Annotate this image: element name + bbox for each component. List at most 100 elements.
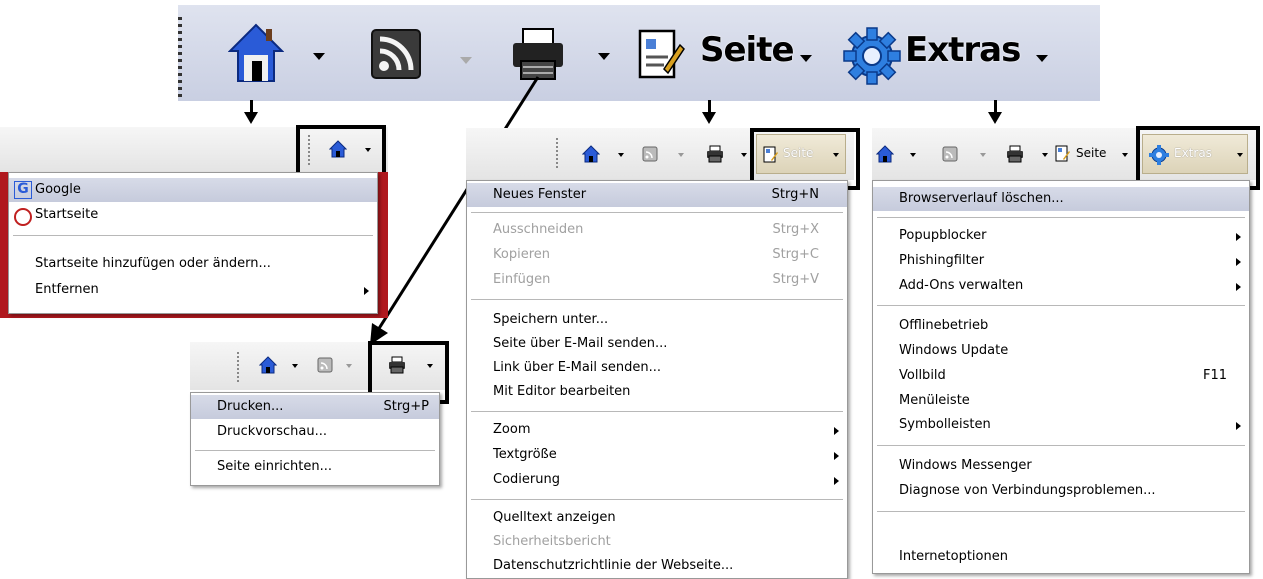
home-dropdown-arrow[interactable]: [910, 153, 916, 157]
menu-item-label: Startseite hinzufügen oder ändern...: [35, 256, 271, 271]
menu-item-menueleiste[interactable]: Menüleiste: [873, 389, 1249, 413]
menu-item-windows-messenger[interactable]: Windows Messenger: [873, 454, 1249, 478]
menu-item-neues-fenster[interactable]: Neues Fenster Strg+N: [467, 183, 847, 207]
page-icon[interactable]: [638, 29, 686, 81]
print-dropdown-arrow[interactable]: [598, 53, 610, 60]
page-dropdown-arrow[interactable]: [800, 55, 812, 62]
menu-item-datenschutz[interactable]: Datenschutzrichtlinie der Webseite...: [467, 554, 847, 578]
menu-item-link-email[interactable]: Link über E-Mail senden...: [467, 356, 847, 380]
menu-item-shortcut: Strg+C: [772, 247, 819, 262]
menu-item-google[interactable]: G Google: [9, 178, 377, 202]
menu-item-shortcut: Strg+X: [772, 222, 819, 237]
rss-dropdown-arrow[interactable]: [678, 153, 684, 157]
menu-item-diagnose[interactable]: Diagnose von Verbindungsproblemen...: [873, 479, 1249, 503]
menu-item-label: Datenschutzrichtlinie der Webseite...: [493, 558, 734, 573]
menu-item-seite-einrichten[interactable]: Seite einrichten...: [191, 455, 439, 479]
menu-item-quelltext[interactable]: Quelltext anzeigen: [467, 506, 847, 530]
rss-feed-icon[interactable]: [317, 357, 333, 373]
menu-item-offlinebetrieb[interactable]: Offlinebetrieb: [873, 314, 1249, 338]
menu-item-startseite[interactable]: Startseite: [9, 203, 377, 227]
menu-item-shortcut: Strg+P: [383, 399, 429, 414]
menu-item-label: Seite über E-Mail senden...: [493, 336, 668, 351]
menu-item-seite-email[interactable]: Seite über E-Mail senden...: [467, 332, 847, 356]
home-dropdown-arrow[interactable]: [313, 53, 325, 60]
menu-item-codierung[interactable]: Codierung: [467, 468, 847, 492]
tools-menu-label[interactable]: Extras: [905, 30, 1021, 70]
page-menu-label[interactable]: Seite: [1076, 146, 1106, 160]
menu-item-label: Entfernen: [35, 282, 99, 297]
menu-item-symbolleisten[interactable]: Symbolleisten: [873, 413, 1249, 437]
arrow-head: [988, 112, 1002, 124]
menu-item-internetoptionen[interactable]: Internetoptionen: [873, 545, 1249, 569]
submenu-arrow-icon: [1236, 283, 1241, 291]
menu-item-label: Zoom: [493, 422, 531, 437]
rss-feed-icon[interactable]: [942, 146, 958, 162]
menu-item-label: Kopieren: [493, 247, 550, 262]
command-bar-enlarged: Seite Extras: [178, 5, 1100, 101]
menu-item-label: Speichern unter...: [493, 312, 609, 327]
arrow-head: [702, 112, 716, 124]
page-menu: Neues Fenster Strg+N Ausschneiden Strg+X K…: [466, 180, 848, 579]
menu-item-popupblocker[interactable]: Popupblocker: [873, 224, 1249, 248]
home-icon[interactable]: [228, 23, 284, 83]
submenu-arrow-icon: [834, 427, 839, 435]
menu-item-windows-update[interactable]: Windows Update: [873, 339, 1249, 363]
menu-item-label: Codierung: [493, 472, 560, 487]
menu-item-label: Startseite: [35, 207, 99, 222]
home-dropdown-arrow[interactable]: [292, 364, 298, 368]
menu-item-label: Add-Ons verwalten: [899, 278, 1024, 293]
print-menu: Drucken... Strg+P Druckvorschau... Seite …: [190, 392, 440, 486]
rss-feed-icon[interactable]: [371, 29, 421, 79]
menu-item-add-ons[interactable]: Add-Ons verwalten: [873, 274, 1249, 298]
menu-item-label: Textgröße: [493, 447, 557, 462]
menu-item-ausschneiden[interactable]: Ausschneiden Strg+X: [467, 218, 847, 242]
menu-item-browserverlauf[interactable]: Browserverlauf löschen...: [873, 187, 1249, 211]
menu-item-label: Mit Editor bearbeiten: [493, 384, 631, 399]
printer-icon[interactable]: [706, 145, 724, 163]
home-dropdown-arrow[interactable]: [618, 153, 624, 157]
menu-item-mit-editor[interactable]: Mit Editor bearbeiten: [467, 380, 847, 404]
print-dropdown-arrow[interactable]: [741, 153, 747, 157]
rss-dropdown-arrow[interactable]: [460, 57, 472, 64]
printer-icon[interactable]: [1006, 145, 1024, 163]
menu-item-phishingfilter[interactable]: Phishingfilter: [873, 249, 1249, 273]
menu-item-einfuegen[interactable]: Einfügen Strg+V: [467, 268, 847, 292]
rss-feed-icon[interactable]: [642, 146, 658, 162]
menu-separator: [877, 305, 1245, 306]
menu-item-entfernen[interactable]: Entfernen: [9, 278, 377, 302]
menu-item-label: Diagnose von Verbindungsproblemen...: [899, 483, 1156, 498]
rss-dropdown-arrow[interactable]: [980, 153, 986, 157]
gear-icon[interactable]: [843, 27, 901, 85]
menu-item-speichern-unter[interactable]: Speichern unter...: [467, 308, 847, 332]
rss-dropdown-arrow[interactable]: [346, 364, 352, 368]
tools-dropdown-arrow[interactable]: [1036, 55, 1048, 62]
menu-item-label: Link über E-Mail senden...: [493, 360, 662, 375]
menu-item-shortcut: Strg+N: [771, 187, 819, 202]
toolbar-grip: [178, 17, 182, 97]
home-icon[interactable]: [876, 145, 894, 163]
menu-item-druckvorschau[interactable]: Druckvorschau...: [191, 420, 439, 444]
page-icon[interactable]: [1055, 145, 1071, 163]
menu-item-label: Quelltext anzeigen: [493, 510, 616, 525]
menu-item-label: Ausschneiden: [493, 222, 584, 237]
menu-separator: [13, 235, 373, 236]
menu-item-label: Windows Messenger: [899, 458, 1032, 473]
menu-separator: [877, 217, 1245, 218]
home-toolbar: [0, 125, 388, 182]
menu-item-zoom[interactable]: Zoom: [467, 418, 847, 442]
home-icon[interactable]: [582, 145, 600, 163]
printer-icon[interactable]: [511, 27, 565, 81]
menu-item-vollbild[interactable]: Vollbild F11: [873, 364, 1249, 388]
menu-item-sicherheitsbericht[interactable]: Sicherheitsbericht: [467, 530, 847, 554]
page-dropdown-arrow[interactable]: [1122, 153, 1128, 157]
menu-item-label: Druckvorschau...: [217, 424, 328, 439]
menu-item-drucken[interactable]: Drucken... Strg+P: [191, 395, 439, 419]
menu-item-kopieren[interactable]: Kopieren Strg+C: [467, 243, 847, 267]
menu-item-startseite-hinzufuegen[interactable]: Startseite hinzufügen oder ändern...: [9, 252, 377, 276]
page-menu-label[interactable]: Seite: [700, 30, 795, 70]
menu-item-shortcut: F11: [1202, 368, 1227, 383]
print-dropdown-arrow[interactable]: [1042, 153, 1048, 157]
home-icon[interactable]: [259, 356, 277, 374]
menu-item-textgroesse[interactable]: Textgröße: [467, 443, 847, 467]
menu-separator: [471, 299, 843, 300]
